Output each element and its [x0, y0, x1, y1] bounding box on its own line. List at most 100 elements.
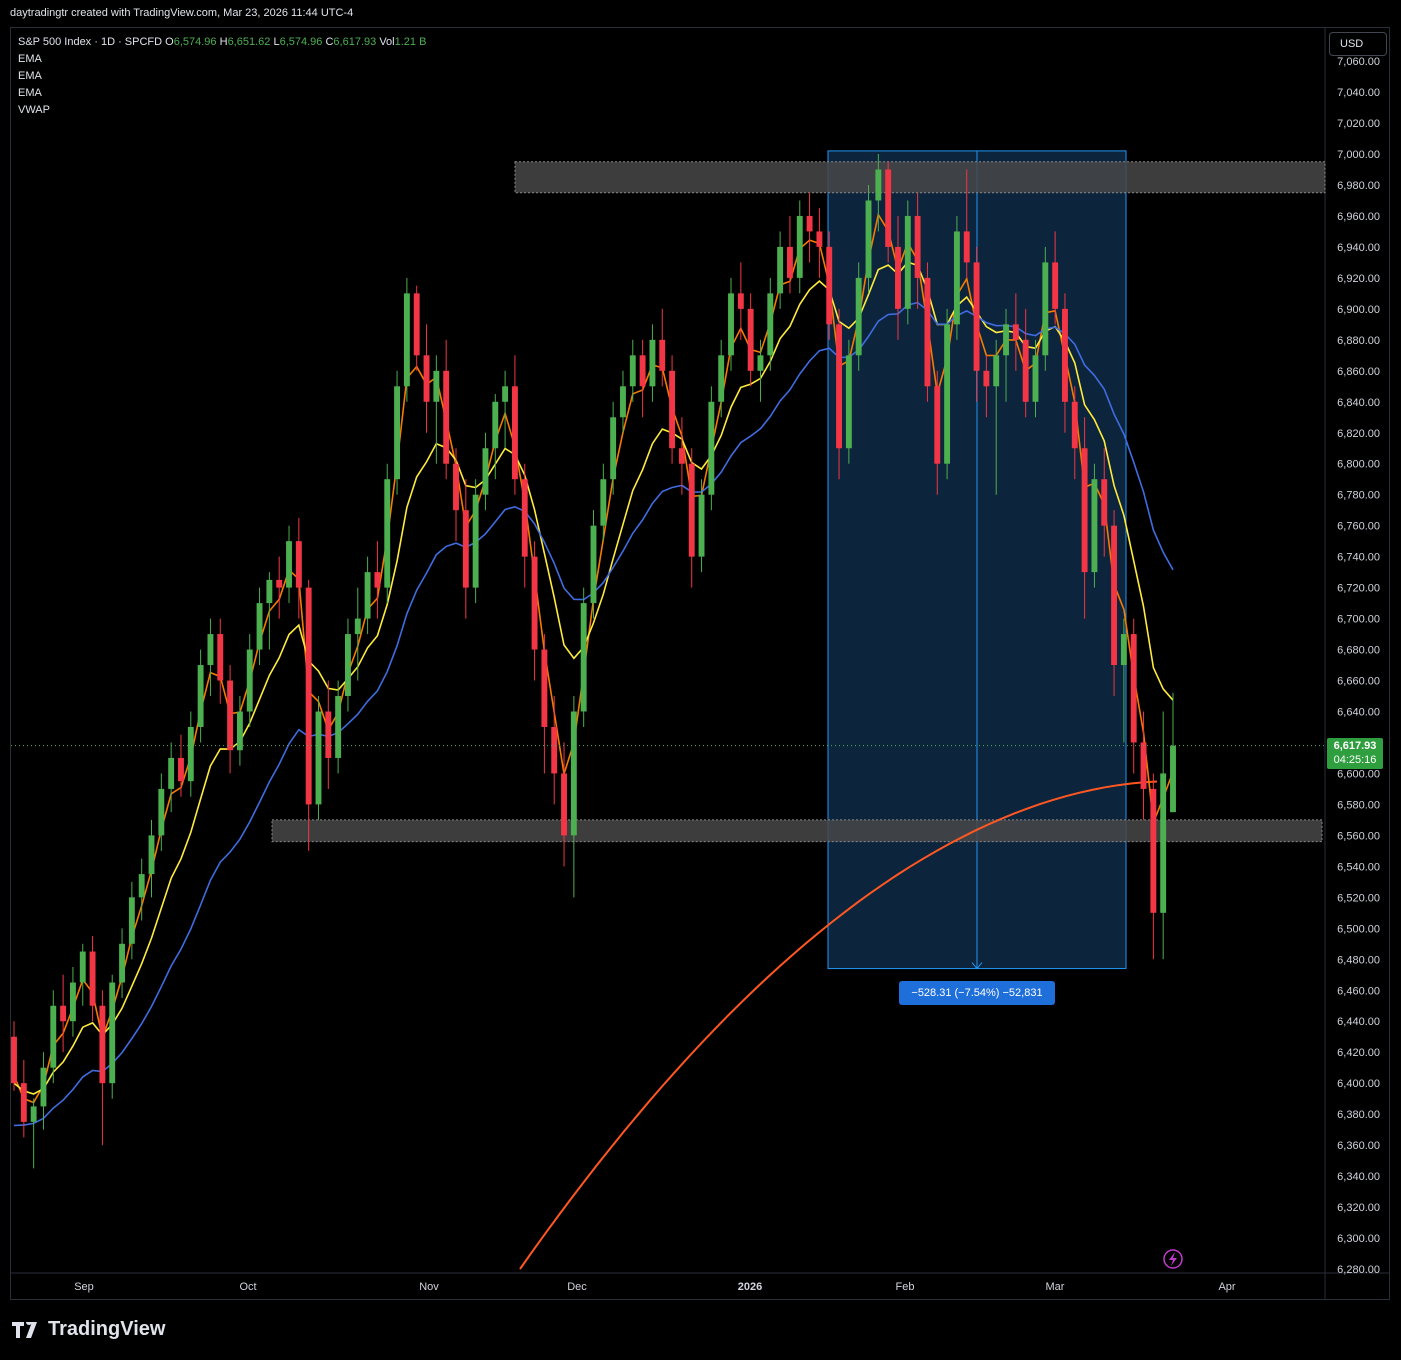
- candle-body[interactable]: [50, 1005, 57, 1068]
- candle-body[interactable]: [266, 579, 273, 604]
- measure-label[interactable]: −528.31 (−7.54%) −52,831: [899, 981, 1055, 1005]
- candle-body[interactable]: [69, 982, 76, 1022]
- candle-body[interactable]: [472, 494, 479, 588]
- candle-body[interactable]: [1052, 262, 1059, 309]
- candle-body[interactable]: [335, 696, 342, 758]
- candle-body[interactable]: [482, 448, 489, 495]
- candle-body[interactable]: [374, 572, 381, 588]
- candle-body[interactable]: [737, 293, 744, 309]
- candle-body[interactable]: [1032, 355, 1039, 402]
- candle-body[interactable]: [600, 479, 607, 526]
- candle-body[interactable]: [11, 1036, 17, 1084]
- candle-body[interactable]: [914, 215, 921, 278]
- candle-body[interactable]: [256, 603, 263, 650]
- candle-body[interactable]: [394, 386, 401, 480]
- candle-body[interactable]: [158, 788, 165, 836]
- candle-body[interactable]: [79, 951, 86, 983]
- candle-body[interactable]: [541, 649, 548, 727]
- candle-body[interactable]: [227, 680, 234, 751]
- candle-body[interactable]: [119, 943, 125, 983]
- candle-body[interactable]: [639, 355, 646, 387]
- candle-body[interactable]: [678, 448, 685, 464]
- candle-body[interactable]: [885, 169, 892, 247]
- candle-body[interactable]: [934, 386, 941, 464]
- candle-body[interactable]: [786, 246, 793, 278]
- candle-body[interactable]: [138, 874, 145, 898]
- candle-body[interactable]: [836, 324, 842, 449]
- candle-body[interactable]: [178, 757, 184, 782]
- candle-body[interactable]: [1140, 742, 1147, 789]
- candle-body[interactable]: [777, 246, 784, 294]
- tradingview-logo[interactable]: TradingView: [12, 1318, 165, 1341]
- candle-body[interactable]: [1091, 479, 1098, 573]
- candle-body[interactable]: [295, 541, 302, 588]
- candle-body[interactable]: [875, 169, 882, 201]
- legend-indicator-ema-2[interactable]: EMA: [18, 68, 426, 85]
- candle-body[interactable]: [20, 1083, 27, 1122]
- candle-body[interactable]: [1160, 773, 1167, 913]
- candle-body[interactable]: [187, 726, 194, 782]
- candle-body[interactable]: [1130, 634, 1137, 743]
- candle-body[interactable]: [590, 525, 597, 604]
- candle-body[interactable]: [30, 1106, 37, 1122]
- candle-body[interactable]: [286, 541, 292, 588]
- candle-body[interactable]: [865, 200, 872, 278]
- candle-body[interactable]: [551, 726, 558, 774]
- candle-body[interactable]: [649, 339, 656, 387]
- candle-body[interactable]: [561, 773, 567, 836]
- candle-body[interactable]: [629, 355, 636, 387]
- candle-body[interactable]: [148, 835, 155, 875]
- candle-body[interactable]: [1081, 448, 1088, 573]
- candle-body[interactable]: [728, 293, 734, 356]
- candle-body[interactable]: [413, 293, 420, 356]
- candle-body[interactable]: [168, 757, 175, 789]
- candle-body[interactable]: [502, 386, 509, 402]
- candle-body[interactable]: [816, 231, 823, 247]
- candle-body[interactable]: [276, 579, 283, 588]
- candle-body[interactable]: [384, 479, 391, 588]
- candle-body[interactable]: [688, 463, 695, 557]
- candle-body[interactable]: [826, 246, 833, 325]
- candle-body[interactable]: [845, 355, 852, 449]
- candle-body[interactable]: [904, 215, 911, 309]
- candle-body[interactable]: [315, 711, 322, 805]
- candle-body[interactable]: [963, 231, 970, 263]
- candle-body[interactable]: [1022, 339, 1029, 402]
- candle-body[interactable]: [806, 215, 813, 232]
- candle-body[interactable]: [492, 401, 499, 449]
- candle-body[interactable]: [325, 711, 332, 758]
- candle-body[interactable]: [89, 951, 96, 1006]
- legend-indicator-vwap[interactable]: VWAP: [18, 102, 426, 119]
- candle-body[interactable]: [1170, 745, 1176, 813]
- candle-body[interactable]: [973, 262, 980, 371]
- candle-body[interactable]: [796, 215, 803, 278]
- candle-body[interactable]: [354, 618, 361, 635]
- candle-body[interactable]: [246, 649, 253, 712]
- candle-body[interactable]: [423, 355, 430, 402]
- candle-body[interactable]: [895, 246, 901, 309]
- candle-body[interactable]: [60, 1005, 67, 1022]
- candle-body[interactable]: [747, 308, 754, 371]
- candle-body[interactable]: [659, 339, 666, 371]
- candle-body[interactable]: [757, 355, 764, 371]
- candle-body[interactable]: [462, 510, 469, 588]
- candle-body[interactable]: [217, 634, 224, 681]
- candle-body[interactable]: [521, 479, 528, 557]
- candle-body[interactable]: [453, 463, 459, 511]
- candle-body[interactable]: [570, 711, 577, 836]
- candle-body[interactable]: [855, 277, 862, 356]
- zone-rectangle-1[interactable]: [514, 161, 1326, 194]
- candle-body[interactable]: [1012, 324, 1019, 340]
- candle-body[interactable]: [1071, 401, 1078, 449]
- candle-body[interactable]: [1120, 634, 1127, 666]
- legend-indicator-ema-3[interactable]: EMA: [18, 85, 426, 102]
- candle-body[interactable]: [197, 665, 204, 727]
- candle-body[interactable]: [1111, 525, 1118, 666]
- candle-body[interactable]: [403, 293, 410, 387]
- candle-body[interactable]: [1042, 262, 1049, 356]
- legend-symbol[interactable]: S&P 500 Index · 1D · SPCFD: [18, 36, 162, 48]
- candle-body[interactable]: [944, 324, 951, 464]
- candle-body[interactable]: [345, 634, 351, 697]
- candle-body[interactable]: [983, 370, 990, 387]
- candle-body[interactable]: [99, 1005, 106, 1084]
